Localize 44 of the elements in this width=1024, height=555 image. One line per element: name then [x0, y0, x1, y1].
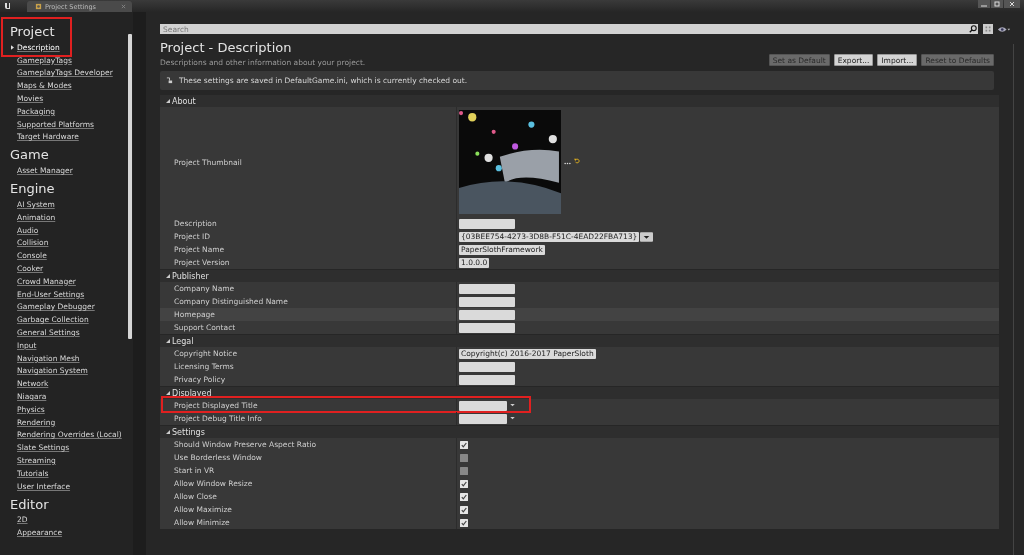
page-title: Project - Description	[160, 40, 293, 56]
section-heading: Project	[10, 24, 56, 40]
checkbox[interactable]	[460, 518, 468, 527]
checkbox[interactable]	[460, 453, 468, 462]
text-field[interactable]	[459, 374, 515, 385]
settings-icon	[35, 3, 42, 10]
scrollbar-thumb[interactable]	[128, 34, 132, 339]
expand-arrow-icon	[166, 99, 170, 103]
checkbox[interactable]	[460, 466, 468, 475]
more-icon[interactable]	[564, 162, 571, 165]
eye-icon[interactable]	[997, 25, 1011, 33]
close-icon[interactable]	[1004, 0, 1020, 8]
dropdown-field[interactable]	[459, 413, 507, 424]
dropdown-icon[interactable]	[640, 231, 654, 242]
section-heading: Game	[10, 146, 50, 164]
expand-arrow-icon	[166, 274, 170, 278]
checkbox[interactable]	[460, 505, 468, 514]
text-field[interactable]	[459, 361, 515, 372]
expand-arrow-icon	[166, 430, 170, 434]
category-header[interactable]: About	[160, 94, 999, 107]
category-header[interactable]: Settings	[160, 425, 999, 438]
restore-icon[interactable]	[991, 0, 1003, 8]
logo-icon	[3, 1, 13, 11]
text-field[interactable]	[459, 283, 515, 294]
expand-arrow-icon	[166, 339, 170, 343]
text-field[interactable]	[459, 322, 515, 333]
reset-icon[interactable]	[574, 158, 580, 164]
text-field[interactable]	[459, 309, 515, 320]
expand-arrow-icon	[166, 391, 170, 395]
category-header[interactable]: Publisher	[160, 269, 999, 282]
checkbox[interactable]	[460, 479, 468, 488]
category-header[interactable]: Displayed	[160, 386, 999, 399]
section-heading: Editor	[10, 495, 49, 513]
minimize-icon[interactable]	[978, 0, 990, 8]
category-header[interactable]: Legal	[160, 334, 999, 347]
text-field[interactable]	[459, 218, 515, 229]
dropdown-field[interactable]	[459, 400, 507, 411]
caret-icon[interactable]	[510, 404, 515, 407]
lock-icon	[166, 77, 173, 84]
section-heading: Engine	[10, 180, 55, 198]
checkbox[interactable]	[460, 492, 468, 501]
text-field[interactable]	[459, 296, 515, 307]
caret-icon[interactable]	[510, 417, 515, 420]
checkbox[interactable]	[460, 440, 468, 449]
